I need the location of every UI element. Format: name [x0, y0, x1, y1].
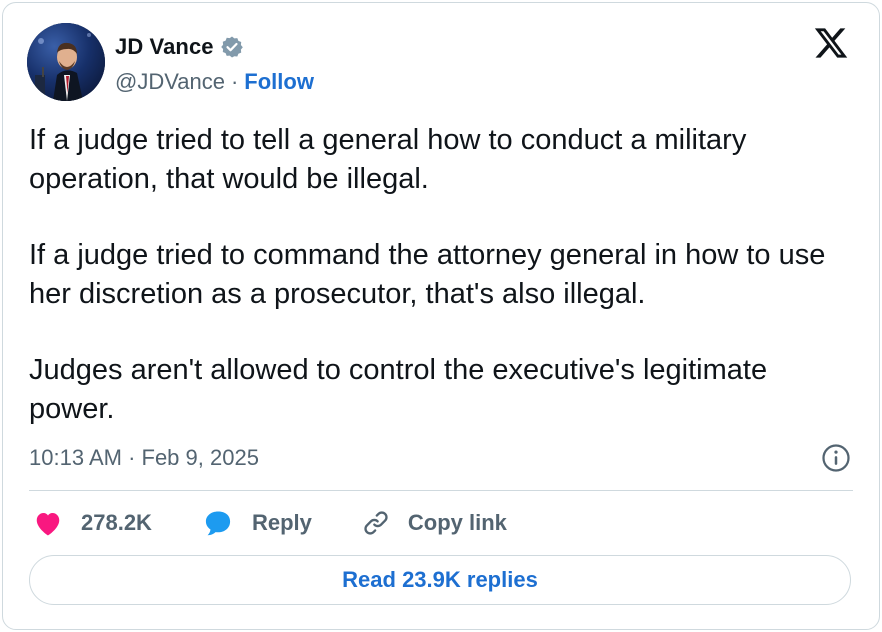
link-icon	[362, 509, 390, 537]
read-replies-label: Read 23.9K replies	[342, 567, 538, 592]
tweet-card: JD Vance @JDVance · Follow If a judge tr…	[2, 2, 880, 630]
reply-label: Reply	[251, 510, 312, 535]
speech-bubble-icon	[202, 509, 234, 537]
tweet-text: If a judge tried to tell a general how t…	[29, 121, 859, 429]
tweet-actions: 278.2K Reply Copy link	[33, 505, 507, 541]
tweet-paragraph: Judges aren't allowed to control the exe…	[29, 354, 768, 425]
like-button[interactable]: 278.2K	[33, 509, 152, 537]
author-name[interactable]: JD Vance	[115, 34, 214, 60]
like-count: 278.2K	[81, 510, 152, 535]
handle-row: @JDVance · Follow	[115, 67, 314, 97]
copy-link-label: Copy link	[407, 510, 507, 535]
info-icon[interactable]	[821, 443, 851, 473]
read-replies-button[interactable]: Read 23.9K replies	[29, 555, 851, 605]
divider	[29, 490, 853, 491]
follow-button[interactable]: Follow	[244, 69, 314, 95]
avatar[interactable]	[27, 23, 105, 101]
copy-link-button[interactable]: Copy link	[362, 509, 507, 537]
tweet-paragraph: If a judge tried to tell a general how t…	[29, 124, 747, 195]
tweet-timestamp-row: 10:13 AM · Feb 9, 2025	[29, 443, 259, 473]
author-name-row: JD Vance	[115, 33, 244, 61]
reply-button[interactable]: Reply	[202, 509, 312, 537]
tweet-timestamp[interactable]: 10:13 AM · Feb 9, 2025	[29, 445, 259, 471]
x-logo-icon[interactable]	[813, 25, 849, 61]
tweet-paragraph: If a judge tried to command the attorney…	[29, 239, 826, 310]
author-handle[interactable]: @JDVance	[115, 69, 225, 95]
separator-dot: ·	[230, 69, 239, 94]
verified-badge-icon	[220, 35, 244, 59]
heart-icon	[33, 509, 63, 537]
